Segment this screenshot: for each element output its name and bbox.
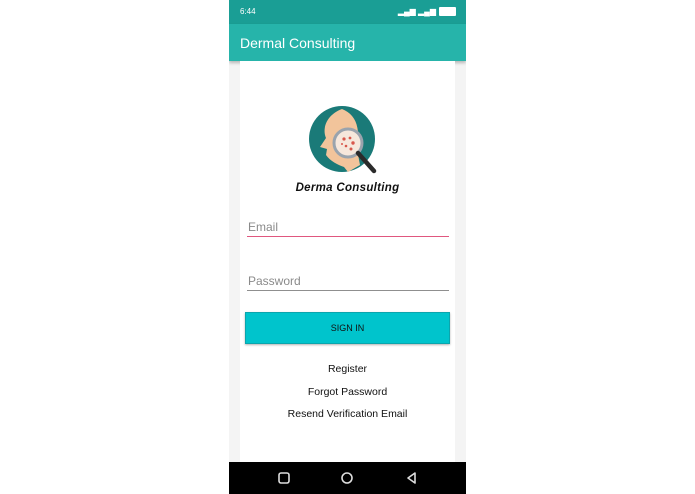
register-link[interactable]: Register [240, 363, 455, 375]
forgot-password-link[interactable]: Forgot Password [240, 386, 455, 398]
resend-verification-link[interactable]: Resend Verification Email [240, 408, 455, 420]
derma-logo-icon [309, 106, 377, 174]
login-card: Derma Consulting SIGN IN Register Forgot… [240, 61, 455, 462]
circle-icon[interactable] [340, 471, 354, 485]
status-time: 6:44 [240, 7, 256, 16]
app-bar: Dermal Consulting [229, 24, 466, 61]
back-triangle-icon[interactable] [405, 471, 419, 485]
battery-icon [439, 7, 456, 16]
square-icon[interactable] [277, 471, 291, 485]
password-field[interactable] [247, 272, 449, 291]
app-title: Dermal Consulting [240, 35, 356, 51]
navigation-bar [229, 462, 466, 494]
brand-wordmark: Derma Consulting [295, 182, 400, 194]
status-bar: 6:44 ⓟ ··· ▂▄▆ ▂▄▆ [229, 0, 466, 24]
email-field[interactable] [247, 218, 449, 237]
phone-screen: 6:44 ⓟ ··· ▂▄▆ ▂▄▆ Dermal Consulting Der… [229, 0, 466, 494]
sign-in-button[interactable]: SIGN IN [245, 312, 450, 344]
signal-icon: ▂▄▆ ▂▄▆ [397, 7, 436, 16]
status-icons: ⓟ ··· ▂▄▆ ▂▄▆ [398, 7, 456, 16]
